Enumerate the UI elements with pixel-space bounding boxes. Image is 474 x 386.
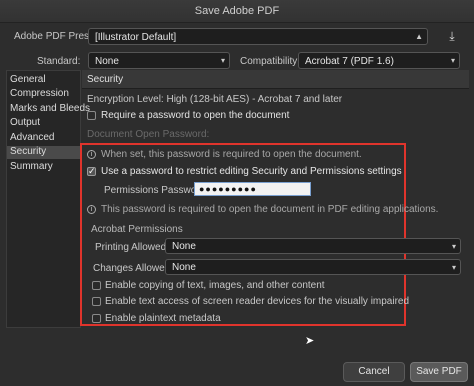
encryption-level-text: Encryption Level: High (128-bit AES) - A… (87, 94, 343, 105)
enable-copying-checkbox[interactable] (92, 281, 101, 290)
sidebar: General Compression Marks and Bleeds Out… (6, 70, 90, 328)
save-pdf-button[interactable]: Save PDF (410, 362, 468, 382)
standard-value: None (95, 56, 119, 67)
require-open-password-checkbox[interactable] (87, 111, 96, 120)
restrict-editing-checkbox[interactable] (87, 166, 96, 177)
sidebar-item-marks-and-bleeds[interactable]: Marks and Bleeds (10, 103, 90, 114)
enable-screen-reader-checkbox[interactable] (92, 297, 101, 306)
chevron-down-icon: ▾ (450, 56, 455, 65)
changes-allowed-dropdown[interactable]: None ▾ (165, 259, 461, 275)
printing-allowed-dropdown[interactable]: None ▾ (165, 238, 461, 254)
compatibility-dropdown[interactable]: Acrobat 7 (PDF 1.6) ▾ (298, 52, 460, 69)
preset-dropdown[interactable]: [Illustrator Default] ▲︎ (88, 28, 428, 45)
printing-allowed-value: None (172, 241, 196, 252)
enable-screen-reader-label: Enable text access of screen reader devi… (105, 296, 410, 307)
panel-header (82, 70, 469, 89)
preset-value: [Illustrator Default] (95, 32, 177, 43)
enable-plaintext-metadata-label: Enable plaintext metadata (105, 313, 221, 324)
permissions-password-label: Permissions Password: (104, 185, 208, 196)
require-open-password-label: Require a password to open the document (101, 110, 290, 121)
permissions-password-field[interactable]: ●●●●●●●●● (194, 182, 311, 196)
open-password-info-text: When set, this password is required to o… (101, 149, 362, 160)
restrict-editing-label: Use a password to restrict editing Secur… (101, 166, 402, 177)
compatibility-value: Acrobat 7 (PDF 1.6) (305, 56, 394, 67)
window-title: Save Adobe PDF (194, 5, 280, 17)
printing-allowed-label: Printing Allowed: (95, 242, 169, 253)
chevron-down-icon: ▾ (451, 263, 456, 272)
standard-dropdown[interactable]: None ▾ (88, 52, 230, 69)
chevron-down-icon: ▾ (220, 56, 225, 65)
enable-plaintext-metadata-checkbox[interactable] (92, 314, 101, 323)
sidebar-item-general[interactable]: General (10, 74, 46, 85)
document-open-password-label: Document Open Password: (87, 129, 210, 140)
cancel-button[interactable]: Cancel (343, 362, 405, 382)
sidebar-item-summary[interactable]: Summary (10, 161, 53, 172)
changes-allowed-label: Changes Allowed: (93, 263, 174, 274)
info-icon: i (87, 205, 96, 214)
sidebar-item-output[interactable]: Output (10, 117, 40, 128)
info-icon: i (87, 150, 96, 159)
sidebar-item-compression[interactable]: Compression (10, 88, 69, 99)
changes-allowed-value: None (172, 262, 196, 273)
save-preset-icon[interactable]: ⤓ (444, 29, 460, 45)
enable-copying-label: Enable copying of text, images, and othe… (105, 280, 325, 291)
chevron-down-icon: ▾ (451, 242, 456, 251)
sidebar-item-security[interactable]: Security (7, 146, 80, 159)
sidebar-item-advanced[interactable]: Advanced (10, 132, 54, 143)
acrobat-permissions-heading: Acrobat Permissions (91, 224, 183, 235)
chevron-down-icon: ▲︎ (415, 32, 423, 41)
permissions-password-info-text: This password is required to open the do… (101, 204, 439, 215)
compatibility-label: Compatibility: (240, 56, 301, 67)
section-heading: Security (87, 74, 124, 85)
mouse-cursor-icon: ➤ (305, 335, 315, 347)
standard-label: Standard: (37, 56, 81, 67)
